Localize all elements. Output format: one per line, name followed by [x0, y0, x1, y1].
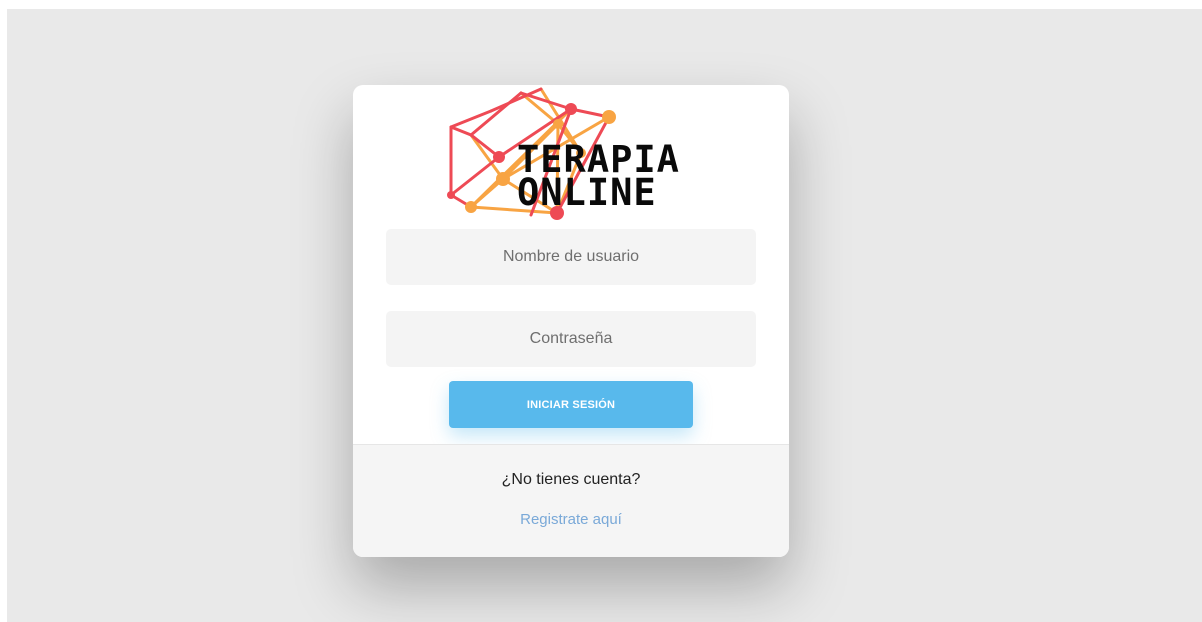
login-button[interactable]: INICIAR SESIÓN — [449, 381, 693, 428]
no-account-text: ¿No tienes cuenta? — [501, 471, 641, 488]
login-card: TERAPIA ONLINE INICIAR SESIÓN ¿No tienes… — [353, 85, 789, 557]
logo: TERAPIA ONLINE — [441, 87, 711, 223]
logo-line-2: ONLINE — [517, 171, 657, 214]
card-footer: ¿No tienes cuenta? Registrate aquí — [353, 444, 789, 557]
register-link[interactable]: Registrate aquí — [353, 511, 789, 528]
logo-wordmark: TERAPIA ONLINE — [517, 141, 680, 214]
username-input[interactable] — [386, 229, 756, 285]
password-input[interactable] — [386, 311, 756, 367]
